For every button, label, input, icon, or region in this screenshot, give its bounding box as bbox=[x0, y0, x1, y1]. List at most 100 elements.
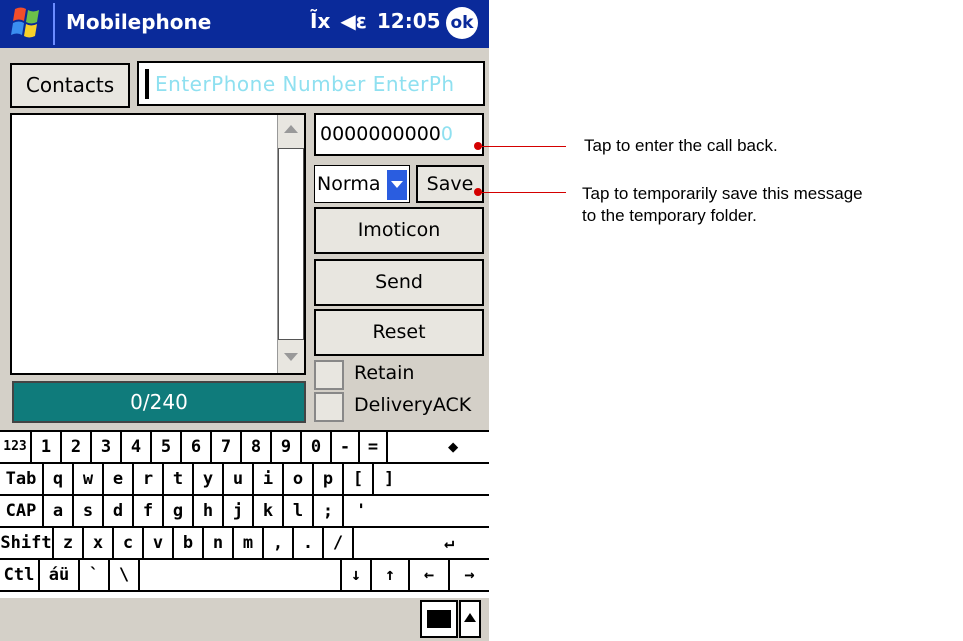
key-space[interactable] bbox=[140, 560, 342, 590]
key-quote[interactable]: ' bbox=[344, 496, 489, 526]
key-minus[interactable]: - bbox=[332, 432, 360, 462]
save-callout-line bbox=[478, 192, 566, 193]
scroll-up-icon[interactable] bbox=[284, 125, 298, 133]
send-button[interactable]: Send bbox=[314, 259, 484, 306]
key-right-bracket[interactable]: ] bbox=[374, 464, 489, 494]
windows-flag-icon bbox=[11, 7, 39, 38]
device-screen: Mobilephone Ĩx ◀ε 12:05 ok Contacts EnterP… bbox=[0, 0, 489, 641]
reset-button[interactable]: Reset bbox=[314, 309, 484, 356]
contacts-button[interactable]: Contacts bbox=[10, 63, 130, 108]
key-z[interactable]: z bbox=[54, 528, 84, 558]
key-backslash[interactable]: \ bbox=[110, 560, 140, 590]
retain-checkbox[interactable] bbox=[314, 360, 344, 390]
delivery-ack-checkbox[interactable] bbox=[314, 392, 344, 422]
delivery-ack-label: DeliveryACK bbox=[354, 394, 472, 416]
key-tab[interactable]: Tab bbox=[0, 464, 44, 494]
key-up-arrow[interactable]: ↑ bbox=[372, 560, 410, 590]
key-123[interactable]: 123 bbox=[0, 432, 32, 462]
key-left-arrow[interactable]: ← bbox=[410, 560, 450, 590]
key-0[interactable]: 0 bbox=[302, 432, 332, 462]
key-left-bracket[interactable]: [ bbox=[344, 464, 374, 494]
key-6[interactable]: 6 bbox=[182, 432, 212, 462]
key-g[interactable]: g bbox=[164, 496, 194, 526]
text-cursor bbox=[145, 69, 149, 99]
key-t[interactable]: t bbox=[164, 464, 194, 494]
key-s[interactable]: s bbox=[74, 496, 104, 526]
message-textarea[interactable] bbox=[10, 113, 306, 375]
key-backspace[interactable]: ◆ bbox=[388, 432, 489, 462]
key-c[interactable]: c bbox=[114, 528, 144, 558]
key-q[interactable]: q bbox=[44, 464, 74, 494]
key-down-arrow[interactable]: ↓ bbox=[342, 560, 372, 590]
ok-button[interactable]: ok bbox=[446, 7, 478, 39]
save-callout-line-1: Tap to temporarily save this message bbox=[582, 184, 863, 203]
key-r[interactable]: r bbox=[134, 464, 164, 494]
key-y[interactable]: y bbox=[194, 464, 224, 494]
title-bar: Mobilephone Ĩx ◀ε 12:05 ok bbox=[0, 0, 489, 48]
key-e[interactable]: e bbox=[104, 464, 134, 494]
key-8[interactable]: 8 bbox=[242, 432, 272, 462]
key-b[interactable]: b bbox=[174, 528, 204, 558]
key-j[interactable]: j bbox=[224, 496, 254, 526]
message-scrollbar[interactable] bbox=[277, 115, 304, 373]
key-period[interactable]: . bbox=[294, 528, 324, 558]
scroll-thumb[interactable] bbox=[278, 148, 304, 340]
signal-icon[interactable]: Ĩx bbox=[310, 9, 330, 33]
key-3[interactable]: 3 bbox=[92, 432, 122, 462]
key-9[interactable]: 9 bbox=[272, 432, 302, 462]
callback-tail: 0 bbox=[440, 123, 453, 145]
key-5[interactable]: 5 bbox=[152, 432, 182, 462]
key-a[interactable]: a bbox=[44, 496, 74, 526]
chevron-down-icon[interactable] bbox=[386, 169, 408, 201]
key-d[interactable]: d bbox=[104, 496, 134, 526]
key-1[interactable]: 1 bbox=[32, 432, 62, 462]
key-right-arrow[interactable]: → bbox=[450, 560, 489, 590]
key-backtick[interactable]: ` bbox=[80, 560, 110, 590]
key-x[interactable]: x bbox=[84, 528, 114, 558]
callback-callout-line bbox=[478, 146, 566, 147]
keyboard-row-2: Tab q w e r t y u i o p [ ] bbox=[0, 464, 489, 496]
key-o[interactable]: o bbox=[284, 464, 314, 494]
save-callout-dot bbox=[474, 188, 482, 196]
save-button[interactable]: Save bbox=[416, 165, 484, 203]
imoticon-button[interactable]: Imoticon bbox=[314, 207, 484, 254]
clock[interactable]: 12:05 bbox=[377, 9, 441, 33]
key-accents[interactable]: áü bbox=[40, 560, 80, 590]
key-2[interactable]: 2 bbox=[62, 432, 92, 462]
scroll-down-icon[interactable] bbox=[284, 353, 298, 361]
key-caps[interactable]: CAP bbox=[0, 496, 44, 526]
key-n[interactable]: n bbox=[204, 528, 234, 558]
key-w[interactable]: w bbox=[74, 464, 104, 494]
priority-value: Norma bbox=[317, 173, 381, 195]
save-callout-text: Tap to temporarily save this message to … bbox=[582, 183, 863, 227]
key-ctrl[interactable]: Ctl bbox=[0, 560, 40, 590]
input-panel-arrow-icon[interactable] bbox=[459, 600, 481, 638]
key-semicolon[interactable]: ; bbox=[314, 496, 344, 526]
key-u[interactable]: u bbox=[224, 464, 254, 494]
callback-number-field[interactable]: 00000000000 bbox=[314, 113, 484, 156]
key-comma[interactable]: , bbox=[264, 528, 294, 558]
key-7[interactable]: 7 bbox=[212, 432, 242, 462]
phone-number-input[interactable]: EnterPhone Number EnterPh bbox=[137, 61, 485, 106]
key-i[interactable]: i bbox=[254, 464, 284, 494]
volume-icon[interactable]: ◀ε bbox=[340, 9, 367, 33]
key-shift[interactable]: Shift bbox=[0, 528, 54, 558]
keyboard-row-4: Shift z x c v b n m , . / ↵ bbox=[0, 528, 489, 560]
key-l[interactable]: l bbox=[284, 496, 314, 526]
key-p[interactable]: p bbox=[314, 464, 344, 494]
key-enter[interactable]: ↵ bbox=[354, 528, 489, 558]
app-title: Mobilephone bbox=[66, 10, 212, 34]
key-m[interactable]: m bbox=[234, 528, 264, 558]
key-h[interactable]: h bbox=[194, 496, 224, 526]
key-f[interactable]: f bbox=[134, 496, 164, 526]
key-4[interactable]: 4 bbox=[122, 432, 152, 462]
key-equals[interactable]: = bbox=[360, 432, 388, 462]
key-slash[interactable]: / bbox=[324, 528, 354, 558]
key-v[interactable]: v bbox=[144, 528, 174, 558]
windows-start-icon[interactable] bbox=[3, 3, 55, 45]
keyboard-row-5: Ctl áü ` \ ↓ ↑ ← → bbox=[0, 560, 489, 592]
callback-callout-text: Tap to enter the call back. bbox=[584, 136, 778, 155]
priority-select[interactable]: Norma bbox=[314, 165, 410, 203]
keyboard-icon[interactable] bbox=[420, 600, 458, 638]
key-k[interactable]: k bbox=[254, 496, 284, 526]
